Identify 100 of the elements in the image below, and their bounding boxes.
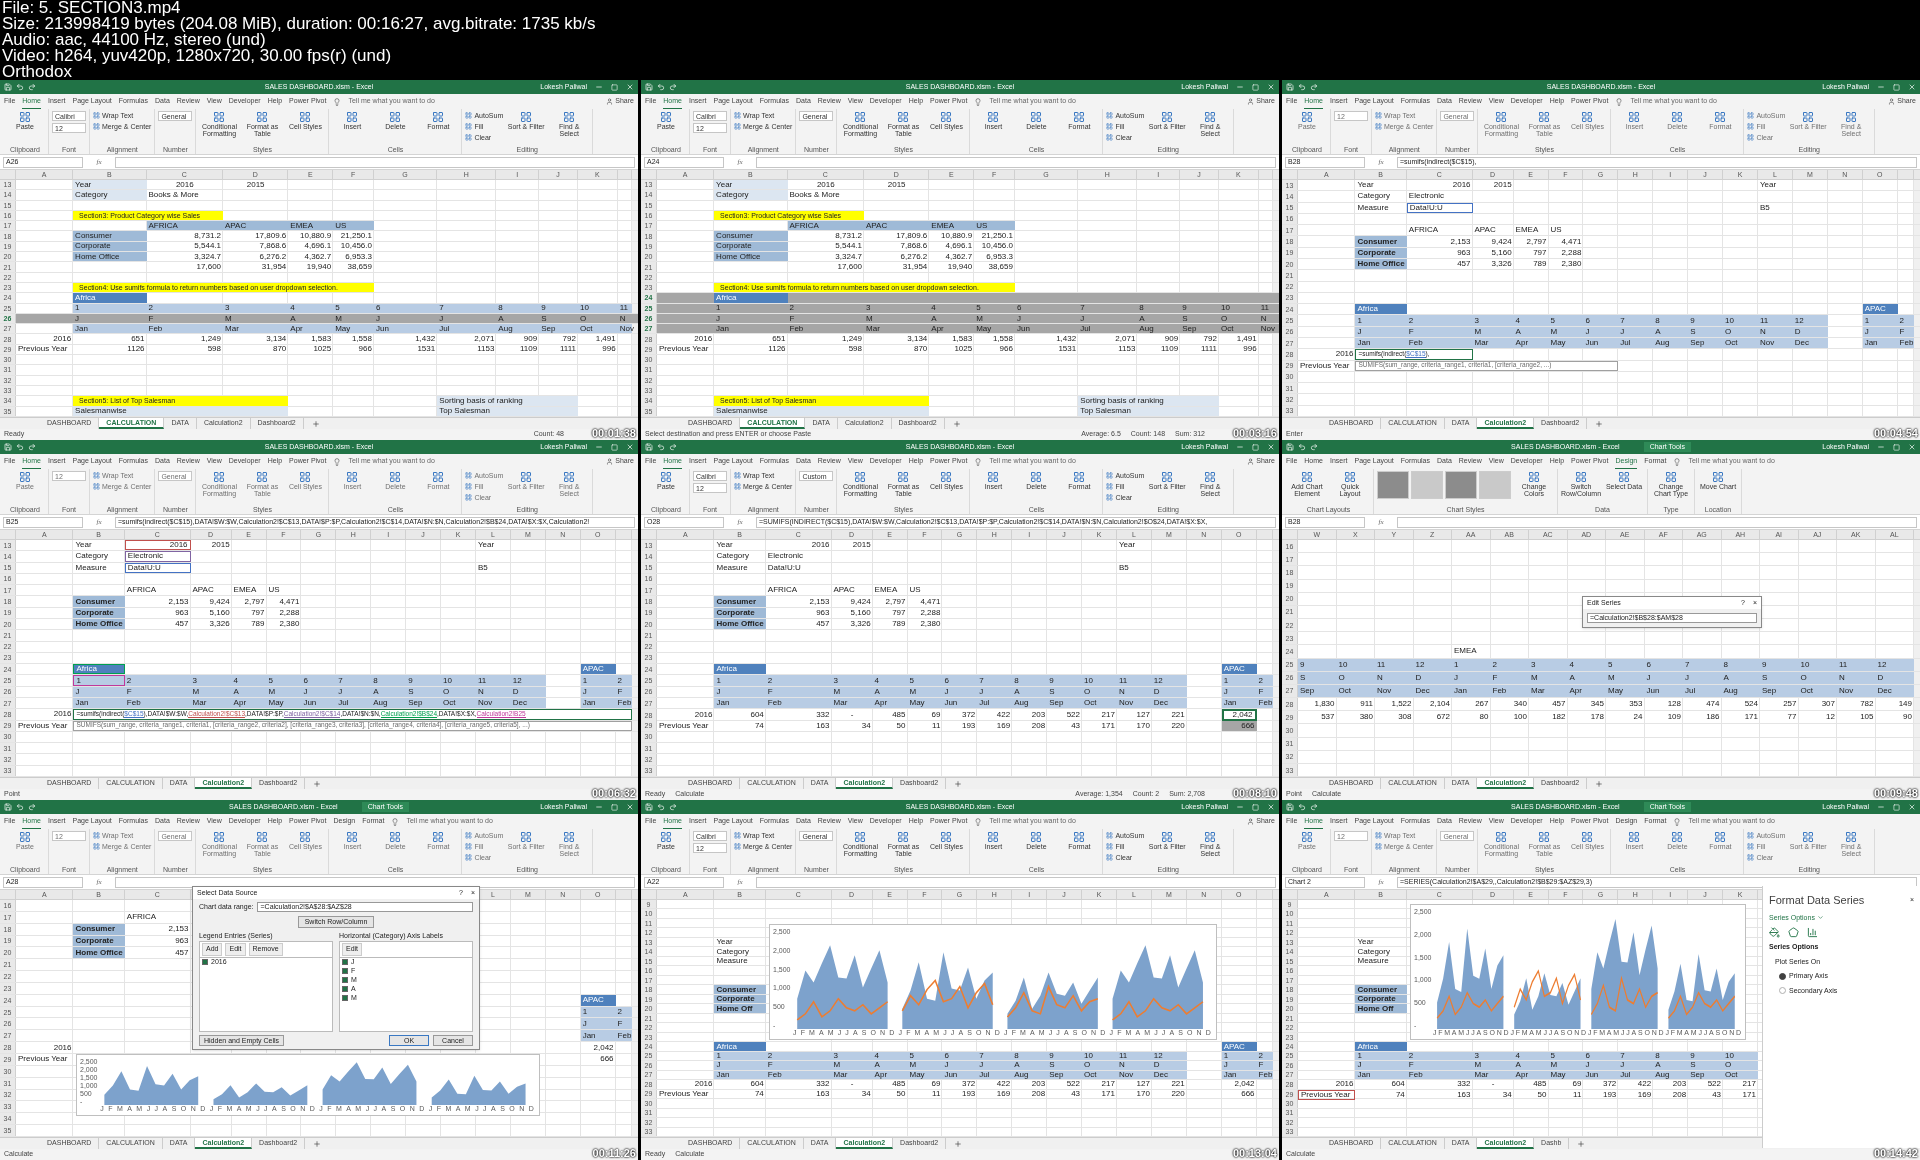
save-icon[interactable] — [1286, 803, 1294, 811]
close-icon[interactable] — [626, 83, 634, 91]
close-icon[interactable] — [1267, 803, 1275, 811]
save-icon[interactable] — [4, 83, 12, 91]
close-icon[interactable] — [1908, 803, 1916, 811]
save-icon[interactable] — [4, 803, 12, 811]
paint-bucket-icon[interactable] — [1769, 927, 1780, 938]
close-icon[interactable] — [1908, 83, 1916, 91]
close-icon[interactable] — [1267, 443, 1275, 451]
add-sheet-icon[interactable] — [313, 1139, 322, 1148]
table-cell: Mar — [831, 697, 873, 709]
undo-icon[interactable] — [657, 443, 665, 451]
redo-icon[interactable] — [669, 443, 677, 451]
save-icon[interactable] — [1286, 83, 1294, 91]
minimize-icon[interactable] — [1236, 443, 1244, 451]
table-cell-text: Oct — [1219, 324, 1235, 334]
style-gallery[interactable] — [1377, 471, 1511, 499]
table-cell: Africa — [714, 293, 788, 303]
save-icon[interactable] — [1286, 443, 1294, 451]
save-icon[interactable] — [645, 443, 653, 451]
add-sheet-icon[interactable] — [954, 779, 963, 788]
close-icon[interactable] — [626, 443, 634, 451]
redo-icon[interactable] — [28, 83, 36, 91]
save-icon[interactable] — [645, 803, 653, 811]
table-cell-text: 171 — [1741, 1089, 1757, 1100]
table-cell: Corporate — [714, 607, 766, 618]
table-cell: M — [831, 686, 873, 697]
table-cell-text: 4,362.7 — [944, 252, 974, 262]
bar-chart-icon[interactable] — [1807, 927, 1818, 938]
undo-icon[interactable] — [657, 803, 665, 811]
minimize-icon[interactable] — [595, 83, 603, 91]
undo-icon[interactable] — [16, 443, 24, 451]
redo-icon[interactable] — [1310, 83, 1318, 91]
redo-icon[interactable] — [669, 83, 677, 91]
redo-icon[interactable] — [28, 443, 36, 451]
minimize-icon[interactable] — [1236, 803, 1244, 811]
maximize-icon[interactable] — [611, 443, 618, 451]
close-icon[interactable] — [1908, 443, 1916, 451]
redo-icon[interactable] — [1310, 803, 1318, 811]
maximize-icon[interactable] — [611, 803, 618, 811]
person-icon — [1888, 98, 1896, 105]
add-sheet-icon[interactable] — [1577, 1139, 1586, 1148]
maximize-icon[interactable] — [1893, 83, 1900, 91]
minimize-icon[interactable] — [1236, 83, 1244, 91]
table-cell: Consumer — [73, 231, 147, 241]
table-cell-text: 90 — [1902, 711, 1913, 724]
close-icon[interactable] — [626, 803, 634, 811]
minimize-icon[interactable] — [595, 443, 603, 451]
minimize-icon[interactable] — [1877, 443, 1885, 451]
radio-button[interactable] — [1779, 987, 1786, 995]
undo-icon[interactable] — [16, 803, 24, 811]
add-sheet-icon[interactable] — [313, 779, 322, 788]
grid-icon — [987, 471, 1000, 483]
checkbox[interactable] — [342, 959, 348, 965]
undo-icon[interactable] — [1298, 83, 1306, 91]
redo-icon[interactable] — [1310, 443, 1318, 451]
add-sheet-icon[interactable] — [952, 419, 961, 428]
checkbox[interactable] — [342, 995, 348, 1001]
undo-icon[interactable] — [1298, 443, 1306, 451]
minimize-icon[interactable] — [595, 803, 603, 811]
checkbox[interactable] — [202, 959, 208, 965]
minimize-icon[interactable] — [1877, 83, 1885, 91]
maximize-icon[interactable] — [611, 83, 618, 91]
maximize-icon[interactable] — [1893, 803, 1900, 811]
table-cell-text: 1109 — [519, 344, 539, 355]
table-cell-text: 524 — [1743, 698, 1759, 711]
maximize-icon[interactable] — [1252, 803, 1259, 811]
add-sheet-icon[interactable] — [954, 1139, 963, 1148]
grid-icon — [1747, 843, 1755, 850]
lightbulb-icon — [333, 457, 342, 466]
table-cell-text: 169 — [995, 720, 1012, 731]
pentagon-icon[interactable] — [1788, 927, 1799, 938]
checkbox[interactable] — [342, 977, 348, 983]
table-cell-text: 182 — [1551, 711, 1567, 724]
checkbox[interactable] — [342, 968, 348, 974]
table-cell-text: Previous Year — [17, 344, 69, 355]
close-icon[interactable] — [1267, 83, 1275, 91]
grid-icon — [1106, 483, 1114, 490]
add-sheet-icon[interactable] — [1595, 779, 1604, 788]
table-cell: 2016 — [124, 540, 191, 551]
add-sheet-icon[interactable] — [1595, 419, 1604, 428]
add-sheet-icon[interactable] — [311, 419, 320, 428]
redo-icon[interactable] — [669, 803, 677, 811]
undo-icon[interactable] — [1298, 803, 1306, 811]
table-cell-text: 537 — [1320, 711, 1336, 724]
maximize-icon[interactable] — [1893, 443, 1900, 451]
undo-icon[interactable] — [657, 83, 665, 91]
save-icon[interactable] — [645, 83, 653, 91]
maximize-icon[interactable] — [1252, 443, 1259, 451]
radio-button[interactable] — [1779, 972, 1786, 980]
save-icon[interactable] — [4, 443, 12, 451]
maximize-icon[interactable] — [1252, 83, 1259, 91]
minimize-icon[interactable] — [1877, 803, 1885, 811]
table-cell-text: A — [289, 313, 297, 324]
table-cell-text: 8,731.2 — [834, 231, 864, 241]
checkbox[interactable] — [342, 986, 348, 992]
undo-icon[interactable] — [16, 83, 24, 91]
redo-icon[interactable] — [28, 803, 36, 811]
table-cell: J — [977, 1061, 1013, 1070]
table-cell: May — [907, 697, 943, 709]
